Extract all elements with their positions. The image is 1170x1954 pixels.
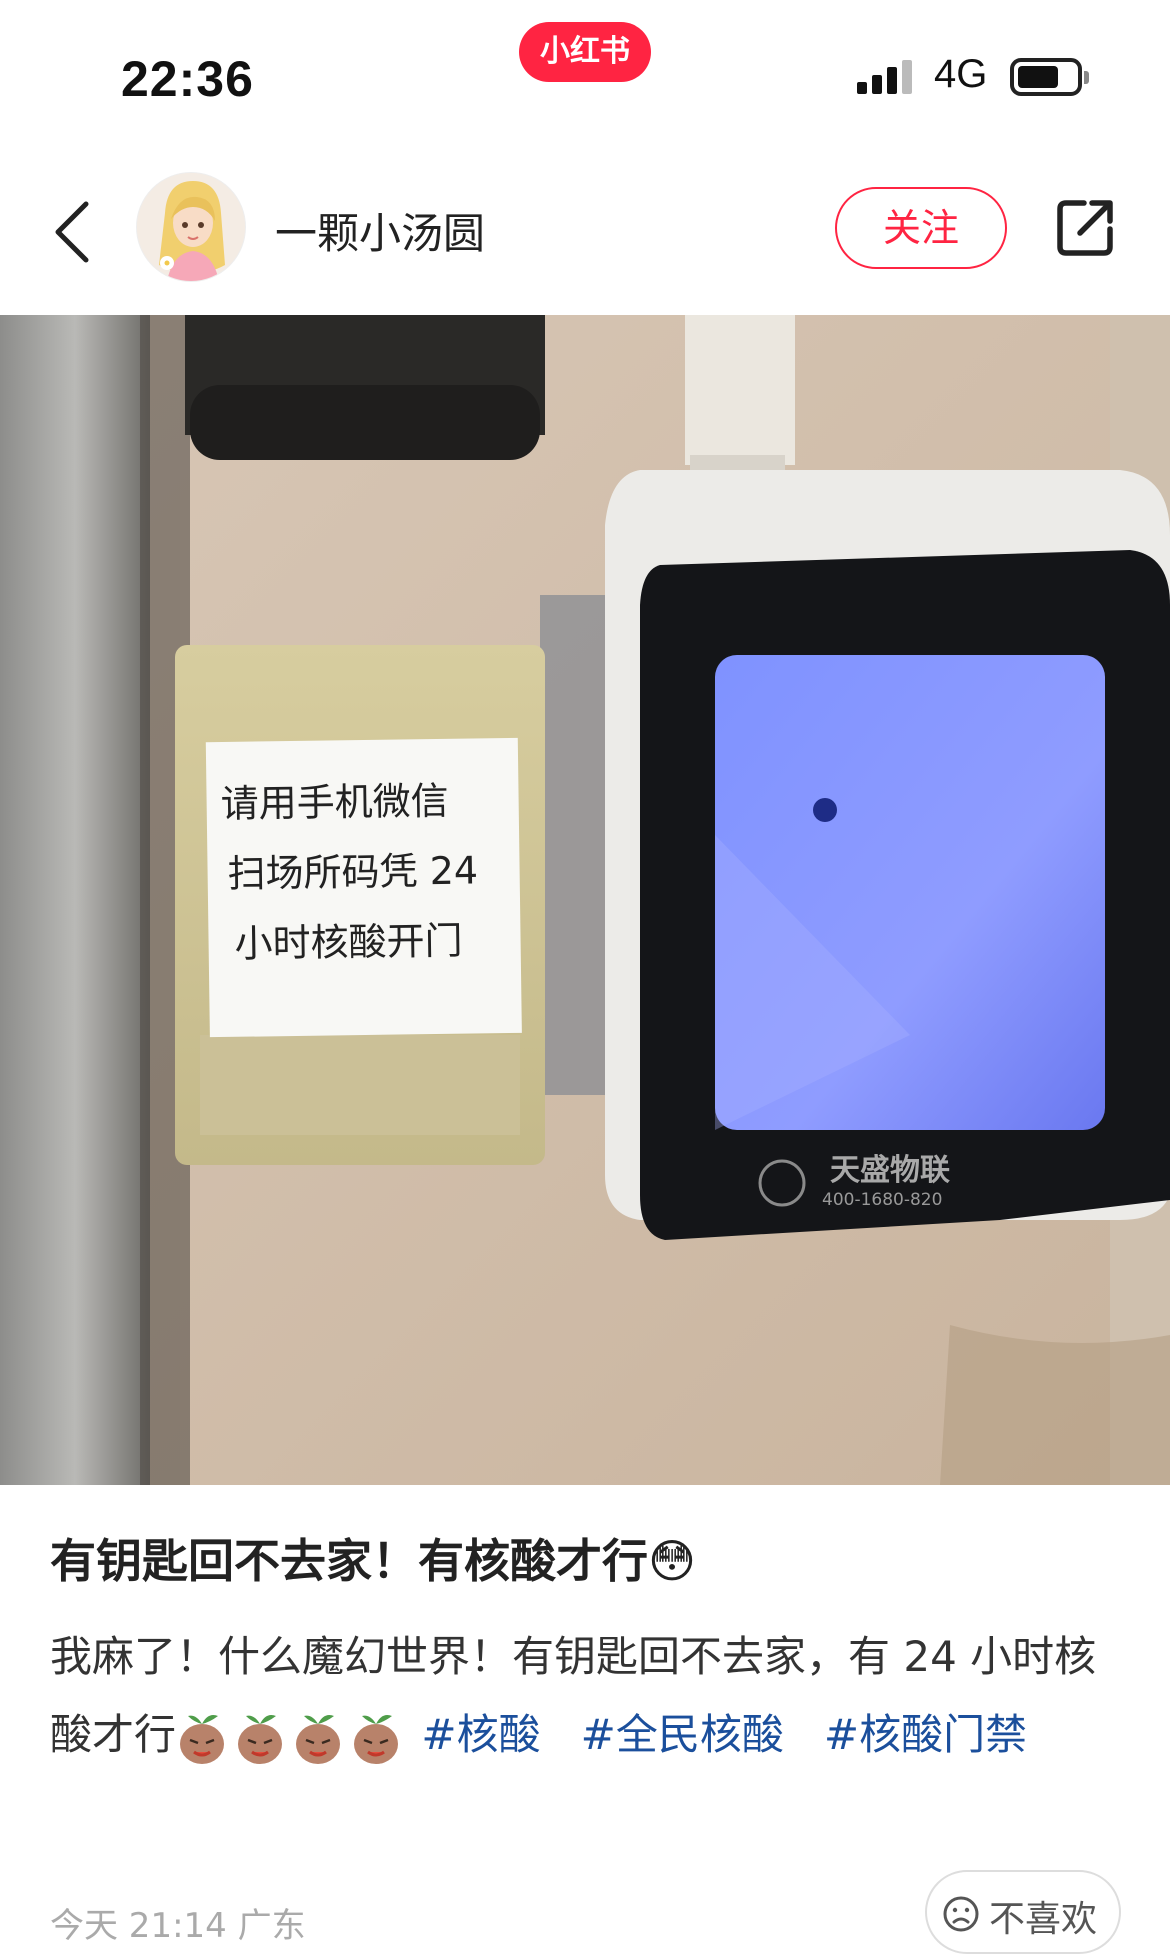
sign-line-1: 请用手机微信	[220, 779, 449, 826]
post-location: 广东	[237, 1906, 306, 1946]
post-photo[interactable]: 请用手机微信 扫场所码凭 24 小时核酸开门 天盛物联 400-1680-820	[0, 315, 1170, 1485]
post-title: 有钥匙回不去家！有核酸才行😳	[50, 1525, 696, 1591]
back-button[interactable]	[46, 190, 106, 270]
device-brand: 天盛物联	[830, 1153, 950, 1188]
dislike-button[interactable]: 不喜欢	[925, 1870, 1121, 1954]
author-username[interactable]: 一颗小汤圆	[275, 200, 485, 261]
dislike-label: 不喜欢	[989, 1899, 1098, 1940]
chevron-left-icon	[55, 201, 89, 263]
post-meta: 今天 21:14 广东	[50, 1898, 306, 1947]
sign-line-2: 扫场所码凭 24	[227, 848, 478, 895]
signal-icon	[857, 58, 917, 94]
post-body: 我麻了！什么魔幻世界！有钥匙回不去家，有 24 小时核酸才行 #核酸 #全民核酸…	[50, 1618, 1130, 1774]
network-label: 4G	[934, 52, 988, 96]
sprout-face-emoji	[354, 1714, 399, 1764]
avatar[interactable]	[136, 172, 246, 282]
share-icon	[1057, 200, 1113, 256]
post-title-text: 有钥匙回不去家！有核酸才行	[50, 1534, 648, 1588]
post-header: 一颗小汤圆 关注	[0, 160, 1170, 310]
battery-icon	[1010, 58, 1089, 96]
status-time: 22:36	[121, 51, 254, 107]
post-date: 今天 21:14	[50, 1906, 227, 1946]
hashtag-link[interactable]: #核酸门禁	[824, 1710, 1027, 1759]
sprout-face-emoji	[180, 1714, 225, 1764]
status-bar: 22:36 小红书 4G	[0, 0, 1170, 160]
sprout-face-emoji	[296, 1714, 341, 1764]
hashtag-link[interactable]: #全民核酸	[581, 1710, 784, 1759]
device-phone: 400-1680-820	[822, 1190, 942, 1210]
hashtag-link[interactable]: #核酸	[421, 1710, 540, 1759]
share-button[interactable]	[1052, 195, 1118, 261]
sad-face-icon	[943, 1896, 979, 1932]
sign-line-3: 小时核酸开门	[234, 919, 463, 966]
flushed-face-emoji: 😳	[648, 1534, 696, 1588]
follow-button[interactable]: 关注	[835, 187, 1007, 269]
app-badge: 小红书	[519, 22, 651, 82]
sprout-face-emoji	[238, 1714, 283, 1764]
